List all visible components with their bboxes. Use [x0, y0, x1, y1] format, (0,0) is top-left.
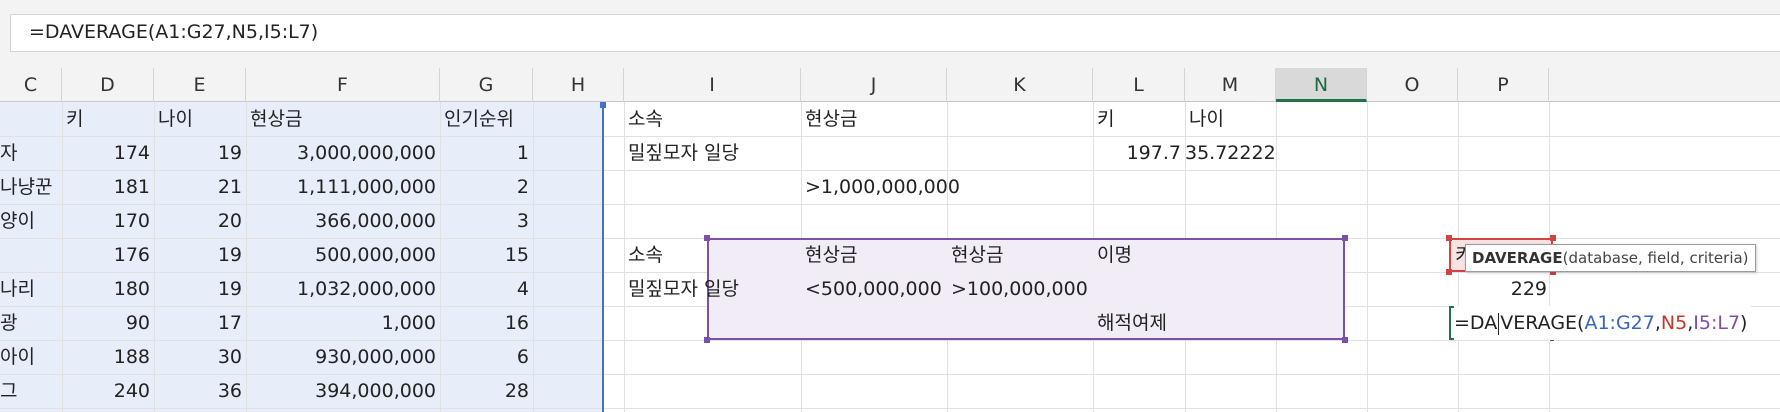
column-header-o[interactable]: O — [1367, 68, 1458, 102]
field-reference-handle[interactable] — [1550, 235, 1556, 241]
formula-close-paren: ) — [1740, 312, 1748, 334]
column-header-g[interactable]: G — [440, 68, 533, 102]
column-header-d[interactable]: D — [62, 68, 154, 102]
column-header-l[interactable]: L — [1093, 68, 1185, 102]
cell-j6[interactable]: <500,000,000 — [805, 272, 945, 306]
cell-d8[interactable]: 188 — [62, 340, 150, 374]
cell-g2[interactable]: 1 — [440, 136, 529, 170]
column-header-row: C D E F G H I J K L M N O P — [0, 68, 1780, 102]
cell-e7[interactable]: 17 — [154, 306, 242, 340]
database-range-handle[interactable] — [600, 102, 606, 108]
formula-bar-text: =DAVERAGE(A1:G27,N5,I5:L7) — [29, 21, 319, 43]
cell-m1[interactable]: 나이 — [1189, 102, 1274, 136]
column-header-p[interactable]: P — [1458, 68, 1549, 102]
formula-bar-area: =DAVERAGE(A1:G27,N5,I5:L7) — [0, 0, 1780, 68]
cell-g5[interactable]: 15 — [440, 238, 529, 272]
cell-i6[interactable]: 밀짚모자 일당 — [628, 272, 799, 306]
column-header-i[interactable]: I — [624, 68, 801, 102]
gridline — [533, 102, 534, 412]
cell-d1[interactable]: 키 — [66, 102, 152, 136]
cell-i1[interactable]: 소속 — [628, 102, 799, 136]
cell-d9[interactable]: 240 — [62, 374, 150, 408]
column-header-h[interactable]: H — [533, 68, 624, 102]
gridline — [624, 102, 625, 412]
cell-f8[interactable]: 930,000,000 — [246, 340, 436, 374]
cell-i2[interactable]: 밀짚모자 일당 — [628, 136, 799, 170]
formula-ref-database[interactable]: A1:G27 — [1584, 312, 1654, 334]
function-tooltip[interactable]: DAVERAGE(database, field, criteria) — [1465, 244, 1756, 272]
cell-d6[interactable]: 180 — [62, 272, 150, 306]
cell-c4[interactable]: 양이 — [0, 204, 60, 238]
criteria-range-handle[interactable] — [704, 337, 710, 343]
cell-g1[interactable]: 인기순위 — [444, 102, 531, 136]
cell-e4[interactable]: 20 — [154, 204, 242, 238]
cell-l2[interactable]: 197.7 — [1093, 136, 1181, 170]
gridline — [1367, 102, 1368, 412]
database-range-border — [602, 104, 604, 412]
cell-g7[interactable]: 16 — [440, 306, 529, 340]
cell-c7[interactable]: 광 — [0, 306, 60, 340]
cell-f3[interactable]: 1,111,000,000 — [246, 170, 436, 204]
formula-head: =DA — [1454, 312, 1498, 334]
cell-j5[interactable]: 현상금 — [805, 238, 945, 272]
cell-e1[interactable]: 나이 — [158, 102, 244, 136]
cell-d5[interactable]: 176 — [62, 238, 150, 272]
cell-g6[interactable]: 4 — [440, 272, 529, 306]
field-reference-handle[interactable] — [1446, 235, 1452, 241]
cell-n7-editor[interactable]: =DA VERAGE(A1:G27,N5,I5:L7) — [1454, 306, 1752, 340]
cell-f2[interactable]: 3,000,000,000 — [246, 136, 436, 170]
formula-name-tail: VERAGE( — [1500, 312, 1585, 334]
cell-g4[interactable]: 3 — [440, 204, 529, 238]
cell-f9[interactable]: 394,000,000 — [246, 374, 436, 408]
cell-c3[interactable]: 나냥꾼 — [0, 170, 60, 204]
cell-c9[interactable]: 그 — [0, 374, 60, 408]
column-header-j[interactable]: J — [801, 68, 947, 102]
cell-c2[interactable]: 자 — [0, 136, 60, 170]
cell-f4[interactable]: 366,000,000 — [246, 204, 436, 238]
cell-c6[interactable]: 나리 — [0, 272, 60, 306]
column-header-f[interactable]: F — [246, 68, 440, 102]
cell-l7[interactable]: 해적여제 — [1097, 306, 1183, 340]
cell-f7[interactable]: 1,000 — [246, 306, 436, 340]
cell-c8[interactable]: 아이 — [0, 340, 60, 374]
cell-f5[interactable]: 500,000,000 — [246, 238, 436, 272]
cell-d2[interactable]: 174 — [62, 136, 150, 170]
cell-d3[interactable]: 181 — [62, 170, 150, 204]
cell-l5[interactable]: 이명 — [1097, 238, 1183, 272]
column-header-n[interactable]: N — [1276, 68, 1367, 102]
column-header-m[interactable]: M — [1185, 68, 1276, 102]
cell-f6[interactable]: 1,032,000,000 — [246, 272, 436, 306]
cell-f1[interactable]: 현상금 — [250, 102, 438, 136]
column-header-k[interactable]: K — [947, 68, 1093, 102]
cell-n6[interactable]: 229 — [1449, 272, 1547, 306]
criteria-range-handle[interactable] — [1342, 235, 1348, 241]
column-header-e[interactable]: E — [154, 68, 246, 102]
tooltip-function-name[interactable]: DAVERAGE — [1472, 249, 1563, 267]
formula-ref-field[interactable]: N5 — [1661, 312, 1687, 334]
cell-j1[interactable]: 현상금 — [805, 102, 945, 136]
formula-ref-criteria[interactable]: I5:L7 — [1693, 312, 1740, 334]
column-header-c[interactable]: C — [0, 68, 62, 102]
cell-d7[interactable]: 90 — [62, 306, 150, 340]
cell-k6[interactable]: >100,000,000 — [951, 272, 1091, 306]
criteria-range-handle[interactable] — [1342, 337, 1348, 343]
cell-l1[interactable]: 키 — [1097, 102, 1183, 136]
cell-g8[interactable]: 6 — [440, 340, 529, 374]
cell-j3[interactable]: >1,000,000,000 — [805, 170, 965, 204]
cell-e5[interactable]: 19 — [154, 238, 242, 272]
cell-e9[interactable]: 36 — [154, 374, 242, 408]
cell-e8[interactable]: 30 — [154, 340, 242, 374]
cell-g3[interactable]: 2 — [440, 170, 529, 204]
cell-k5[interactable]: 현상금 — [951, 238, 1091, 272]
gridline — [0, 408, 1780, 409]
cell-d4[interactable]: 170 — [62, 204, 150, 238]
formula-bar[interactable]: =DAVERAGE(A1:G27,N5,I5:L7) — [10, 14, 1780, 52]
cell-e2[interactable]: 19 — [154, 136, 242, 170]
cell-e6[interactable]: 19 — [154, 272, 242, 306]
cell-i5[interactable]: 소속 — [628, 238, 799, 272]
cell-m2[interactable]: 35.72222 — [1185, 136, 1276, 170]
tooltip-arguments: (database, field, criteria) — [1562, 249, 1749, 267]
cell-g9[interactable]: 28 — [440, 374, 529, 408]
cell-e3[interactable]: 21 — [154, 170, 242, 204]
